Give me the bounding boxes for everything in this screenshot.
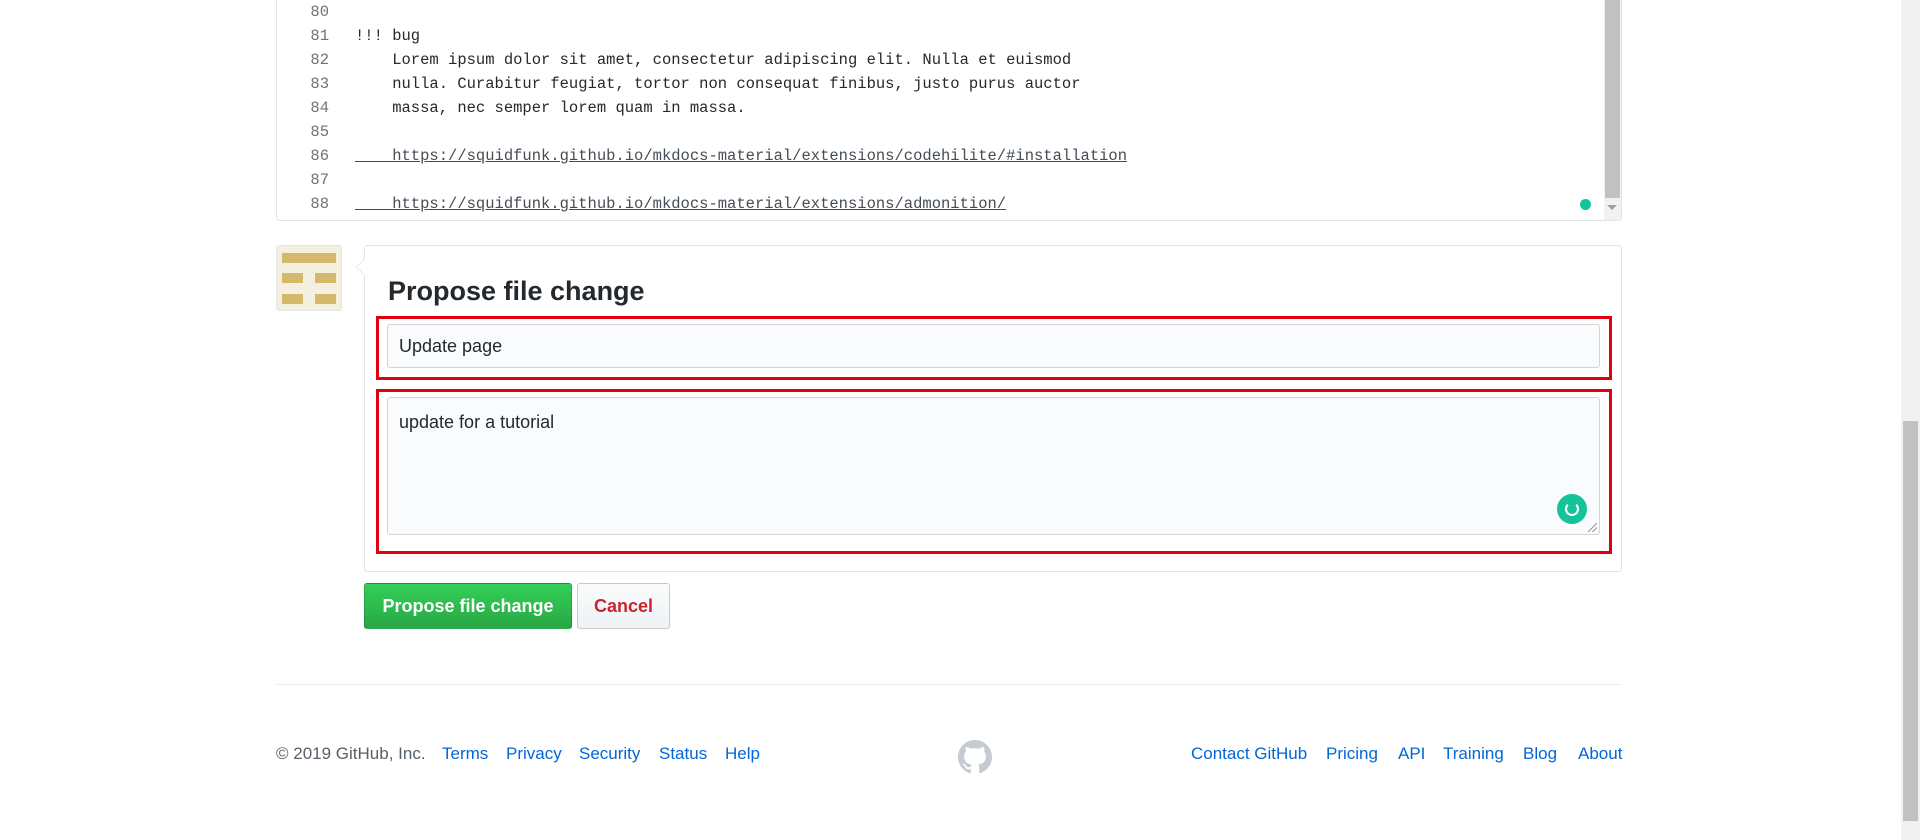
footer-link-blog[interactable]: Blog [1523, 742, 1557, 766]
line-number: 87 [310, 171, 329, 189]
editor-scrollbar[interactable] [1604, 0, 1621, 220]
grammarly-status-dot-icon[interactable] [1580, 199, 1591, 210]
line-number: 85 [310, 123, 329, 141]
cancel-button[interactable]: Cancel [577, 583, 670, 629]
line-url[interactable]: https://squidfunk.github.io/mkdocs-mater… [355, 144, 1127, 168]
line-text[interactable]: massa, nec semper lorem quam in massa. [355, 96, 745, 120]
footer-link-api[interactable]: API [1398, 742, 1425, 766]
page-scrollbar[interactable] [1901, 0, 1920, 840]
line-number: 83 [310, 75, 329, 93]
footer-link-contact-github[interactable]: Contact GitHub [1191, 742, 1307, 766]
footer-link-status[interactable]: Status [659, 742, 707, 766]
line-number: 80 [310, 3, 329, 21]
code-line: 85 [277, 120, 1621, 144]
line-number: 86 [310, 147, 329, 165]
scroll-down-arrow-icon[interactable] [1607, 205, 1617, 210]
commit-description-textarea[interactable]: update for a tutorial [387, 397, 1600, 535]
code-line: 81 !!! bug [277, 24, 1621, 48]
footer-link-terms[interactable]: Terms [442, 742, 488, 766]
code-line: 88 https://squidfunk.github.io/mkdocs-ma… [277, 192, 1621, 216]
code-line: 83 nulla. Curabitur feugiat, tortor non … [277, 72, 1621, 96]
footer-divider [276, 684, 1622, 685]
line-number: 82 [310, 51, 329, 69]
footer-link-privacy[interactable]: Privacy [506, 742, 562, 766]
avatar-identicon[interactable] [276, 245, 342, 311]
code-line: 82 Lorem ipsum dolor sit amet, consectet… [277, 48, 1621, 72]
code-line: 84 massa, nec semper lorem quam in massa… [277, 96, 1621, 120]
footer-link-pricing[interactable]: Pricing [1326, 742, 1378, 766]
code-line: 80 [277, 0, 1621, 24]
footer-link-about[interactable]: About [1578, 742, 1622, 766]
editor-scrollbar-thumb[interactable] [1605, 0, 1620, 198]
grammarly-icon[interactable] [1557, 494, 1587, 524]
line-text[interactable]: Lorem ipsum dolor sit amet, consectetur … [355, 48, 1071, 72]
footer-copyright: © 2019 GitHub, Inc. [276, 744, 426, 763]
line-text[interactable]: nulla. Curabitur feugiat, tortor non con… [355, 72, 1080, 96]
line-number: 84 [310, 99, 329, 117]
line-number: 88 [310, 195, 329, 213]
github-logo-icon[interactable] [958, 740, 992, 774]
commit-summary-input[interactable]: Update page [387, 324, 1600, 368]
propose-file-change-button[interactable]: Propose file change [364, 583, 572, 629]
resize-handle-icon[interactable] [1588, 523, 1597, 532]
code-line: 86 https://squidfunk.github.io/mkdocs-ma… [277, 144, 1621, 168]
line-url[interactable]: https://squidfunk.github.io/mkdocs-mater… [355, 192, 1006, 216]
code-editor[interactable]: 80 81 !!! bug 82 Lorem ipsum dolor sit a… [276, 0, 1622, 221]
footer-link-security[interactable]: Security [579, 742, 640, 766]
propose-title: Propose file change [388, 276, 645, 306]
footer-link-training[interactable]: Training [1443, 742, 1504, 766]
line-number: 81 [310, 27, 329, 45]
page-scrollbar-thumb[interactable] [1903, 421, 1918, 821]
code-line: 87 [277, 168, 1621, 192]
footer-link-help[interactable]: Help [725, 742, 760, 766]
line-text[interactable]: !!! bug [355, 24, 420, 48]
